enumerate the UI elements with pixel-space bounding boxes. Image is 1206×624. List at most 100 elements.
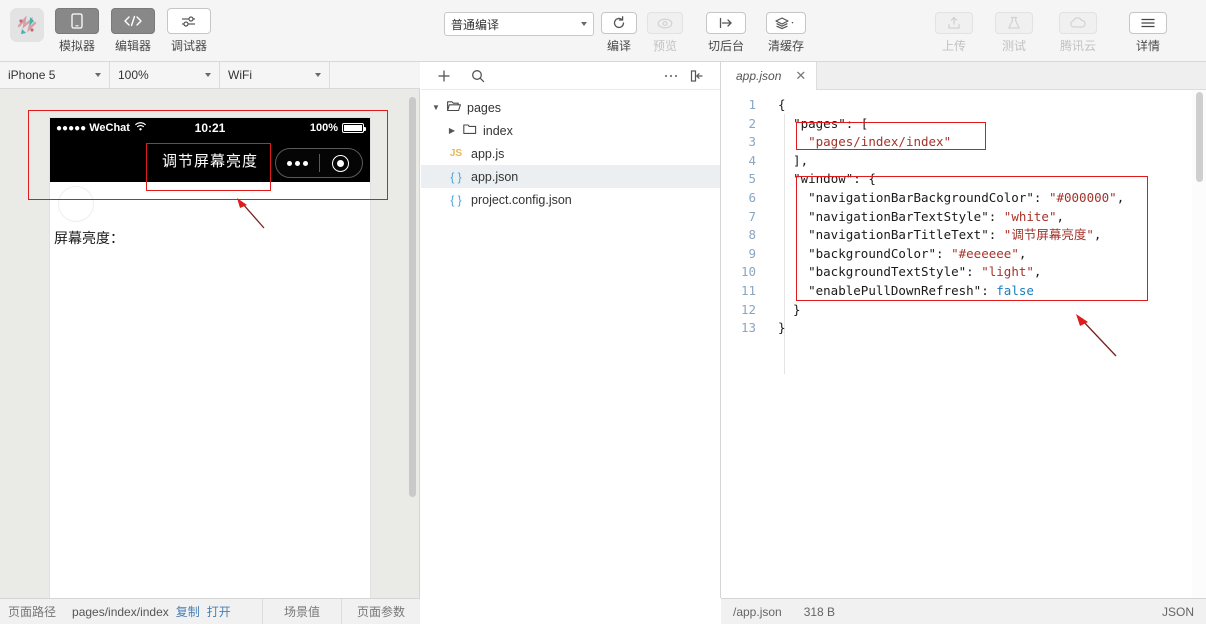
editor-file-size: 318 B	[803, 604, 836, 619]
code-line[interactable]: }	[778, 319, 1192, 338]
more-dots-icon[interactable]	[276, 160, 319, 166]
tree-item-index[interactable]: ▶ index	[421, 119, 720, 142]
toolbar-editor-button[interactable]: 编辑器	[108, 8, 158, 54]
eye-icon	[647, 12, 683, 34]
line-number: 10	[740, 264, 756, 280]
editor-scrollbar[interactable]	[1196, 92, 1203, 182]
zoom-level-select[interactable]: 100%	[110, 61, 220, 89]
code-token: }	[778, 301, 801, 317]
code-line[interactable]: "window": {	[778, 170, 1192, 189]
background-icon	[706, 12, 746, 34]
code-token: false	[996, 282, 1034, 298]
brightness-label: 屏幕亮度：	[54, 231, 124, 247]
toolbar-debugger-label: 调试器	[170, 39, 207, 53]
code-view[interactable]: 1 2 3 4 5 6 7 8 9 10 11 12 13 { "pages": [ "pages/in…	[722, 90, 1206, 598]
tree-item-label: index	[483, 123, 513, 138]
plus-icon[interactable]	[431, 65, 457, 87]
code-line[interactable]: {	[778, 96, 1192, 115]
tree-item-project-config-json[interactable]: { } project.config.json	[421, 188, 720, 211]
code-token: ],	[778, 152, 809, 168]
line-number: 6	[748, 189, 756, 205]
toolbar-left-group: 模拟器 编辑器 调试器	[52, 8, 220, 54]
code-line[interactable]: "navigationBarTextStyle": "white",	[778, 208, 1192, 227]
toolbar-background-label: 切后台	[707, 39, 744, 53]
json-file-icon: { }	[450, 169, 462, 184]
toolbar-background-button[interactable]: 切后台	[702, 12, 750, 54]
toolbar-preview-button[interactable]: 预览	[644, 12, 686, 54]
code-line[interactable]: "navigationBarBackgroundColor": "#000000…	[778, 189, 1192, 208]
phone-simulator[interactable]: ●●●●● WeChat 10:21 100% 调节屏幕亮度 屏幕亮度：	[50, 118, 370, 624]
code-token: : [	[845, 115, 869, 131]
code-token: ,	[1018, 245, 1027, 261]
project-logo	[10, 8, 44, 42]
tree-item-app-json[interactable]: { } app.json	[421, 165, 720, 188]
editor-tab-app-json[interactable]: app.json ✕	[722, 62, 818, 90]
copy-path-link[interactable]: 复制	[176, 603, 200, 620]
battery-icon	[342, 123, 366, 133]
editor-tab-label: app.json	[736, 69, 782, 83]
chevron-down-icon	[95, 73, 101, 77]
toolbar-cloud-button[interactable]: 腾讯云	[1052, 12, 1104, 54]
device-model-select[interactable]: iPhone 5	[0, 61, 110, 89]
code-lines[interactable]: { "pages": [ "pages/index/index" ], "win…	[778, 96, 1192, 338]
code-line[interactable]: "backgroundColor": "#eeeeee",	[778, 245, 1192, 264]
tree-item-app-js[interactable]: JS app.js	[421, 142, 720, 165]
collapse-panel-icon[interactable]	[684, 65, 710, 87]
code-line[interactable]: "navigationBarTitleText": "调节屏幕亮度",	[778, 226, 1192, 245]
code-line[interactable]: "pages": [	[778, 115, 1192, 134]
loading-circle-icon	[58, 186, 94, 222]
search-icon[interactable]	[465, 65, 491, 87]
phone-page-body: 屏幕亮度：	[50, 182, 370, 624]
close-icon[interactable]: ✕	[795, 68, 806, 84]
code-line[interactable]: "pages/index/index"	[778, 133, 1192, 152]
code-token: "navigationBarTextStyle"	[808, 208, 989, 224]
toolbar-details-button[interactable]: 详情	[1126, 12, 1170, 54]
line-number: 3	[748, 134, 756, 150]
wechat-capsule-button[interactable]	[275, 148, 363, 178]
chevron-down-icon[interactable]: ▼	[431, 103, 441, 112]
toolbar-debugger-button[interactable]: 调试器	[164, 8, 214, 54]
toolbar-clearcache-button[interactable]: 清缓存	[762, 12, 810, 54]
code-line[interactable]: ],	[778, 152, 1192, 171]
code-token: }	[778, 320, 786, 336]
code-line[interactable]: }	[778, 301, 1192, 320]
network-select[interactable]: WiFi	[220, 61, 330, 89]
cloud-icon	[1059, 12, 1097, 34]
toolbar-compile-button[interactable]: 编译	[598, 12, 640, 54]
code-token: ,	[1033, 264, 1042, 280]
simulator-panel: ●●●●● WeChat 10:21 100% 调节屏幕亮度 屏幕亮度：	[0, 89, 420, 624]
device-bar: iPhone 5 100% WiFi	[0, 61, 420, 89]
tree-item-label: app.js	[471, 146, 505, 161]
compile-mode-select[interactable]: 普通编译	[444, 12, 594, 36]
zoom-level-value: 100%	[118, 68, 149, 82]
scene-value-button[interactable]: 场景值	[263, 599, 341, 624]
simulator-scrollbar[interactable]	[409, 97, 416, 497]
upload-icon	[935, 12, 973, 34]
code-token: "#eeeeee"	[951, 245, 1019, 261]
toolbar-simulator-label: 模拟器	[58, 39, 95, 53]
code-token: "enablePullDownRefresh"	[808, 282, 982, 298]
open-path-link[interactable]: 打开	[207, 603, 231, 620]
debug-icon	[167, 8, 211, 34]
page-params-button[interactable]: 页面参数	[342, 599, 420, 624]
code-line[interactable]: "backgroundTextStyle": "light",	[778, 263, 1192, 282]
code-line[interactable]: "enablePullDownRefresh": false	[778, 282, 1192, 301]
line-number: 9	[748, 245, 756, 261]
toolbar-upload-button[interactable]: 上传	[932, 12, 976, 54]
phone-navigation-bar: 调节屏幕亮度	[50, 138, 370, 182]
chevron-right-icon[interactable]: ▶	[447, 126, 457, 135]
tree-item-pages[interactable]: ▼ pages	[421, 96, 720, 119]
toolbar-simulator-button[interactable]: 模拟器	[52, 8, 102, 54]
chevron-down-icon	[315, 73, 321, 77]
editor-language-mode[interactable]: JSON	[1162, 605, 1194, 619]
toolbar-test-button[interactable]: 测试	[992, 12, 1036, 54]
close-target-icon[interactable]	[320, 154, 363, 172]
simulator-footer: 页面路径 pages/index/index 复制 打开 场景值 页面参数	[0, 598, 420, 624]
flask-icon	[995, 12, 1033, 34]
more-icon[interactable]	[658, 65, 684, 87]
code-editor-panel: app.json ✕ 1 2 3 4 5 6 7 8 9 10 11 12 13 { "pages": …	[722, 62, 1206, 598]
folder-icon	[463, 123, 477, 138]
